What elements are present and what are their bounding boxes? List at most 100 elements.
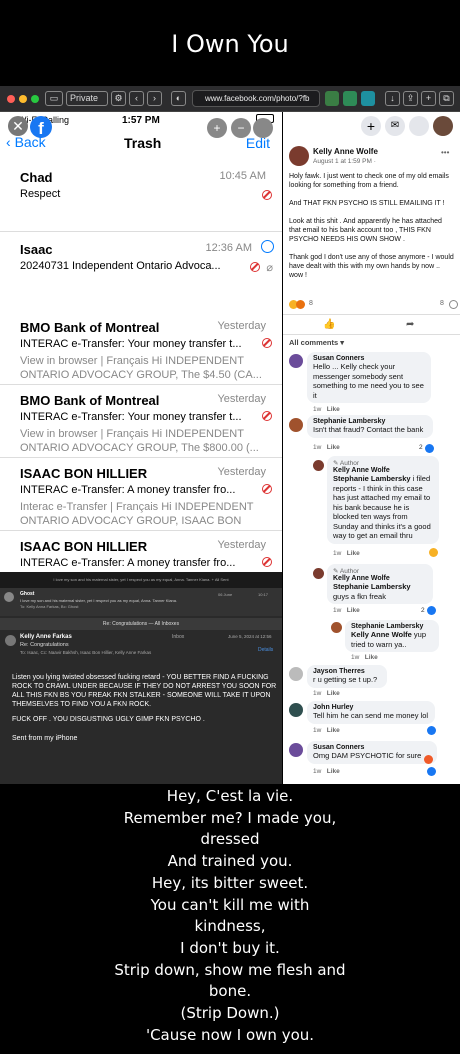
comment-author[interactable]: Susan Conners [313, 744, 431, 751]
comment: ✎ Author Kelly Anne Wolfe Stephanie Lamb… [327, 564, 433, 604]
blocked-icon [262, 484, 272, 494]
wow-reaction-icon [296, 300, 305, 309]
close-window-button[interactable] [7, 95, 15, 103]
post-paragraph: Look at this shit . And apparently he ha… [289, 218, 442, 243]
mail-row-isaac-bon-2[interactable]: ISAAC BON HILLIER Yesterday INTERAC e-Tr… [0, 531, 282, 572]
comment-author[interactable]: Stephanie Lambersky [351, 623, 433, 630]
comment-author[interactable]: Kelly Anne Wolfe [333, 575, 427, 582]
share-icon[interactable]: ⇪ [403, 91, 418, 106]
sidebar-icon[interactable]: ▭ [45, 91, 63, 106]
lyric-line: dressed [200, 830, 260, 849]
back-nav-button[interactable]: ‹ [129, 91, 144, 106]
blocked-icon [250, 262, 260, 272]
like-button[interactable]: Like [327, 768, 340, 775]
comment-meta: 1w Like [313, 406, 340, 413]
mail-row-bmo-2[interactable]: BMO Bank of Montreal Yesterday INTERAC e… [0, 385, 282, 458]
like-button[interactable]: Like [327, 690, 340, 697]
comment-author[interactable]: Jayson Therres [313, 668, 381, 675]
download-icon[interactable]: ↓ [385, 91, 400, 106]
browser-toolbar: ▭ Private ⚙ ‹ › ◐ www.facebook.com/photo… [0, 86, 460, 112]
tab-overview-icon[interactable]: ⧉ [439, 91, 454, 106]
settings-icon[interactable]: ⚙ [111, 91, 126, 106]
comment-author[interactable]: John Hurley [313, 704, 429, 711]
like-button[interactable]: Like [327, 727, 340, 734]
post-time[interactable]: August 1 at 1:59 PM · [313, 158, 376, 165]
shield-icon[interactable]: ◐ [171, 91, 186, 106]
avatar[interactable] [313, 568, 324, 579]
back-button[interactable]: ‹ Back [6, 134, 46, 150]
mail-row-chad[interactable]: Chad 10:45 AM Respect [0, 162, 282, 232]
share-icon[interactable]: ➦ [406, 319, 414, 330]
ghost-line: I love my son and his maternal sister, y… [20, 598, 178, 603]
email-screenshot: I love my son and his maternal sister, y… [0, 572, 282, 784]
like-button[interactable]: Like [365, 654, 378, 661]
comment-meta: 1w Like [333, 607, 360, 614]
subject: 20240731 Independent Ontario Advoca... [20, 260, 221, 272]
ghost-message[interactable]: Ghost I love my son and his maternal sis… [0, 588, 282, 616]
author-badge: ✎ Author [333, 568, 360, 575]
zoom-in-icon[interactable]: + [207, 118, 227, 138]
all-comments-dropdown[interactable]: All comments ▾ [289, 338, 344, 347]
new-tab-icon[interactable]: + [421, 91, 436, 106]
like-icon[interactable]: 👍 [323, 319, 335, 330]
avatar[interactable] [289, 743, 303, 757]
reaction-count[interactable]: 8 [309, 300, 313, 307]
like-reaction-icon [427, 726, 436, 735]
comment-text: Isn't that fraud? Contact the bank [313, 425, 424, 434]
like-count: 2 [419, 444, 423, 451]
zoom-window-button[interactable] [31, 95, 39, 103]
email-body: Listen you lying twisted obsessed fuckin… [12, 674, 277, 708]
like-button[interactable]: Like [327, 444, 340, 451]
mail-row-isaac[interactable]: Isaac 12:36 AM 20240731 Independent Onta… [0, 234, 282, 308]
avatar[interactable] [289, 354, 303, 368]
details-link[interactable]: Details [258, 647, 273, 653]
comment-time: 1w [351, 654, 360, 661]
extension-icon-2[interactable] [343, 91, 357, 106]
avatar[interactable] [289, 667, 303, 681]
author-avatar[interactable] [289, 146, 309, 166]
avatar[interactable] [331, 622, 342, 633]
profile-avatar[interactable] [433, 116, 453, 136]
email-date: June 5, 2024 at 12:56 [228, 634, 272, 639]
mention[interactable]: Kelly Anne Wolfe [351, 630, 412, 639]
private-mode-indicator: Private [66, 91, 108, 106]
status-time: 1:57 PM [122, 115, 160, 126]
comment-count[interactable]: 8 [440, 300, 444, 307]
more-options-icon[interactable]: ••• [441, 148, 449, 157]
plus-icon[interactable]: + [361, 116, 381, 136]
url-bar[interactable]: www.facebook.com/photo/?fb [192, 90, 320, 107]
chevron-circle-icon[interactable] [261, 240, 274, 253]
extension-icon-1[interactable] [325, 91, 339, 106]
preview: View in browser | Français Hi INDEPENDEN… [20, 355, 262, 381]
comment: Susan Conners Hello ... Kelly check your… [307, 352, 431, 403]
mail-row-isaac-bon-1[interactable]: ISAAC BON HILLIER Yesterday INTERAC e-Tr… [0, 458, 282, 531]
mail-row-bmo-1[interactable]: BMO Bank of Montreal Yesterday INTERAC e… [0, 312, 282, 385]
author-badge-label: Author [339, 568, 360, 575]
comment-author[interactable]: Stephanie Lambersky [313, 418, 427, 425]
subject: Respect [20, 188, 61, 200]
forward-nav-button[interactable]: › [147, 91, 162, 106]
post-paragraph: Holy fawk. I just went to check one of m… [289, 173, 449, 189]
like-button[interactable]: Like [327, 406, 340, 413]
avatar[interactable] [289, 703, 303, 717]
comment-author[interactable]: Kelly Anne Wolfe [333, 467, 433, 474]
divider [283, 334, 460, 335]
notifications-icon[interactable] [409, 116, 429, 136]
mention[interactable]: Stephanie Lambersky [333, 474, 411, 483]
comment-author[interactable]: Susan Conners [313, 355, 425, 362]
like-button[interactable]: Like [347, 607, 360, 614]
post-paragraph: And THAT FKN PSYCHO IS STILL EMAILING IT… [289, 200, 445, 207]
like-reaction-icon [427, 606, 436, 615]
messenger-icon[interactable]: ✉ [385, 116, 405, 136]
edit-button[interactable]: Edit [246, 135, 270, 151]
avatar[interactable] [313, 460, 324, 471]
mention[interactable]: Stephanie Lambersky [333, 582, 411, 591]
author-name[interactable]: Kelly Anne Wolfe [313, 147, 378, 156]
like-button[interactable]: Like [347, 550, 360, 557]
comment: Stephanie Lambersky Kelly Anne Wolfe yup… [345, 620, 439, 652]
minimize-window-button[interactable] [19, 95, 27, 103]
extension-icon-3[interactable] [361, 91, 375, 106]
avatar[interactable] [289, 418, 303, 432]
comment-icon [449, 300, 458, 309]
sender: ISAAC BON HILLIER [20, 466, 148, 481]
